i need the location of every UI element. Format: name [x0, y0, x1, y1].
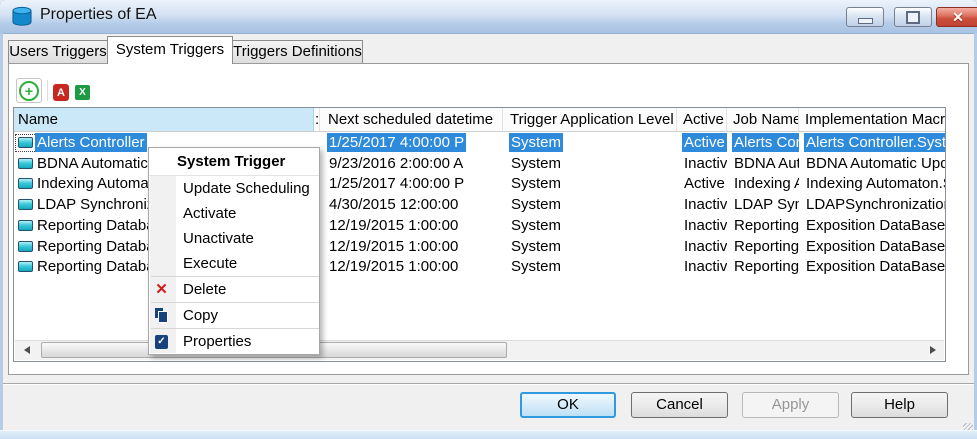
cell-active[interactable]: Inactive [682, 154, 727, 173]
column-header-active[interactable]: Active [677, 108, 727, 132]
window-border-left [0, 33, 3, 430]
cell-next[interactable]: 12/19/2015 1:00:00 [327, 237, 460, 256]
menu-item-delete[interactable]: Delete✕ [149, 277, 319, 302]
menu-item-activate[interactable]: Activate [149, 201, 319, 226]
column-header-trigger-application-level[interactable]: Trigger Application Level [503, 108, 677, 132]
cell-level[interactable]: System [509, 154, 563, 173]
database-icon [10, 6, 34, 27]
cell-job[interactable]: Reporting Database [732, 237, 799, 256]
cell-active[interactable]: Active [682, 174, 727, 193]
cell-level[interactable]: System [509, 174, 563, 193]
cell-impl[interactable]: Exposition DataBase Sy [804, 216, 946, 235]
trigger-icon [18, 261, 33, 272]
column-header-job-name[interactable]: Job Name [727, 108, 799, 132]
cancel-button[interactable]: Cancel [631, 392, 728, 418]
cell-level[interactable]: System [509, 257, 563, 276]
menu-item-properties[interactable]: Properties✓ [149, 329, 319, 354]
tab-system-triggers[interactable]: System Triggers [107, 36, 233, 64]
delete-icon: ✕ [153, 281, 170, 298]
trigger-icon [18, 178, 33, 189]
apply-button: Apply [742, 392, 839, 418]
window-title: Properties of EA [40, 6, 157, 24]
cell-active[interactable]: Active [682, 133, 727, 152]
export-pdf-button[interactable]: A [53, 84, 69, 101]
window-border-bottom [0, 430, 977, 439]
context-menu: System Trigger Update SchedulingActivate… [148, 147, 320, 355]
cell-active[interactable]: Inactive [682, 237, 727, 256]
column-header-next-scheduled-datetime[interactable]: Next scheduled datetime [320, 108, 503, 132]
menu-item-update-scheduling[interactable]: Update Scheduling [149, 176, 319, 201]
export-excel-button[interactable]: X [75, 85, 90, 100]
cell-job[interactable]: Alerts Controller [732, 133, 799, 152]
scroll-right-button[interactable] [925, 341, 944, 359]
properties-dialog: Properties of EA ✕ Users TriggersSystem … [0, 0, 977, 439]
footer-separator [3, 383, 974, 384]
cell-name[interactable]: Alerts Controller [35, 133, 147, 152]
trigger-icon [18, 137, 33, 148]
context-menu-title: System Trigger [149, 148, 319, 176]
cell-level[interactable]: System [509, 133, 563, 152]
menu-item-copy[interactable]: Copy [149, 303, 319, 328]
trigger-icon [18, 158, 33, 169]
minimize-icon [858, 18, 873, 24]
column-header-name[interactable]: Name [14, 108, 314, 132]
tab-users-triggers[interactable]: Users Triggers [8, 40, 108, 63]
maximize-button[interactable] [894, 7, 932, 27]
excel-icon: X [79, 87, 86, 98]
maximize-icon [906, 11, 920, 24]
cell-impl[interactable]: Exposition DataBase Sy [804, 237, 946, 256]
cell-impl[interactable]: Alerts Controller.System [804, 133, 946, 152]
scroll-left-button[interactable] [15, 341, 34, 359]
close-button[interactable]: ✕ [936, 7, 977, 27]
plus-circle-icon: + [19, 81, 39, 101]
arrow-right-icon [930, 346, 940, 354]
cell-next[interactable]: 1/25/2017 4:00:00 P [327, 174, 466, 193]
ok-button[interactable]: OK [520, 392, 616, 418]
title-bar[interactable]: Properties of EA ✕ [0, 0, 977, 34]
cell-job[interactable]: Reporting Database [732, 216, 799, 235]
cell-job[interactable]: Reporting Database [732, 257, 799, 276]
column-header-implementation-macro[interactable]: Implementation Macro [799, 108, 946, 132]
cell-impl[interactable]: Indexing Automaton.Se [804, 174, 946, 193]
cell-next[interactable]: 12/19/2015 1:00:00 [327, 216, 460, 235]
add-trigger-button[interactable]: + [16, 78, 42, 103]
cell-level[interactable]: System [509, 216, 563, 235]
cell-job[interactable]: BDNA Automatic [732, 154, 799, 173]
cell-next[interactable]: 9/23/2016 2:00:00 A [327, 154, 465, 173]
close-icon: ✕ [952, 9, 964, 26]
trigger-icon [18, 241, 33, 252]
cell-impl[interactable]: BDNA Automatic Update [804, 154, 946, 173]
cell-next[interactable]: 12/19/2015 1:00:00 [327, 257, 460, 276]
cell-next[interactable]: 4/30/2015 12:00:00 [327, 195, 460, 214]
cell-level[interactable]: System [509, 195, 563, 214]
cell-job[interactable]: Indexing Automaton [732, 174, 799, 193]
pdf-icon: A [57, 87, 65, 99]
properties-icon: ✓ [153, 333, 170, 350]
copy-icon [153, 307, 170, 324]
cell-next[interactable]: 1/25/2017 4:00:00 P [327, 133, 466, 152]
cell-job[interactable]: LDAP Synchronization [732, 195, 799, 214]
cell-active[interactable]: Inactive [682, 195, 727, 214]
trigger-icon [18, 199, 33, 210]
menu-item-execute[interactable]: Execute [149, 251, 319, 276]
help-button[interactable]: Help [851, 392, 948, 418]
cell-level[interactable]: System [509, 237, 563, 256]
cell-active[interactable]: Inactive [682, 257, 727, 276]
trigger-icon [18, 220, 33, 231]
cell-impl[interactable]: Exposition DataBase Sy [804, 257, 946, 276]
menu-item-unactivate[interactable]: Unactivate [149, 226, 319, 251]
cell-impl[interactable]: LDAPSynchronizationAg [804, 195, 946, 214]
minimize-button[interactable] [846, 7, 884, 27]
toolbar-separator [47, 80, 48, 101]
cell-active[interactable]: Inactive [682, 216, 727, 235]
tab-triggers-definitions[interactable]: Triggers Definitions [232, 40, 363, 63]
arrow-left-icon [20, 346, 30, 354]
